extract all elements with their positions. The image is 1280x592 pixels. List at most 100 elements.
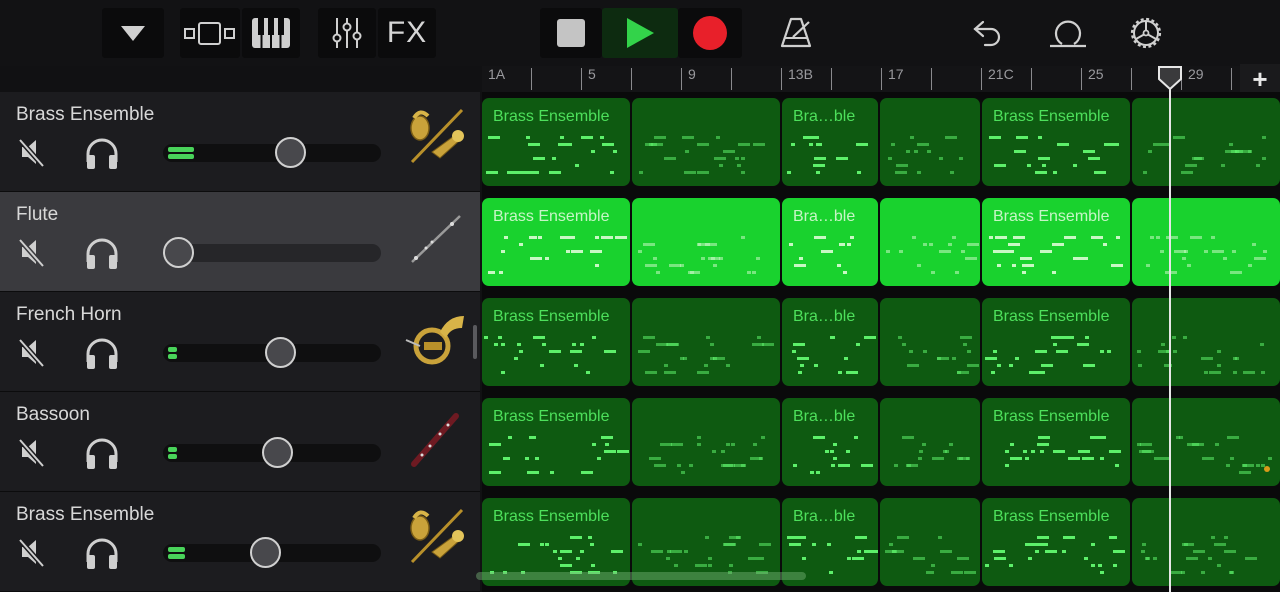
midi-note xyxy=(653,257,658,260)
track-list-scrollbar[interactable] xyxy=(473,325,477,359)
midi-region[interactable]: Brass Ensemble xyxy=(482,298,630,386)
midi-region[interactable]: Brass Ensemble xyxy=(482,398,630,486)
midi-region[interactable] xyxy=(1132,298,1280,386)
midi-region[interactable] xyxy=(632,398,780,486)
volume-knob[interactable] xyxy=(274,137,306,168)
volume-slider[interactable] xyxy=(163,237,381,268)
midi-note xyxy=(1084,557,1089,560)
track-header[interactable]: Flute xyxy=(0,192,480,292)
browser-toggle-button[interactable] xyxy=(102,8,164,58)
midi-region[interactable] xyxy=(632,98,780,186)
record-button[interactable] xyxy=(678,8,742,58)
metronome-button[interactable] xyxy=(776,8,816,58)
midi-region[interactable] xyxy=(632,298,780,386)
midi-note xyxy=(1227,436,1240,439)
tracks-view-button[interactable] xyxy=(180,8,240,58)
add-section-button[interactable]: + xyxy=(1240,64,1280,94)
level-meter xyxy=(168,547,185,559)
midi-region[interactable]: Bra…ble xyxy=(782,398,878,486)
loop-browser-button[interactable] xyxy=(1046,8,1090,58)
volume-slider[interactable] xyxy=(163,137,381,168)
track-header[interactable]: Brass Ensemble xyxy=(0,92,480,192)
ruler-label: 9 xyxy=(688,66,696,82)
midi-region[interactable]: Brass Ensemble xyxy=(982,298,1130,386)
midi-region[interactable] xyxy=(1132,498,1280,586)
volume-knob[interactable] xyxy=(265,337,297,368)
headphones-solo-icon[interactable] xyxy=(84,536,120,570)
midi-note xyxy=(1183,250,1188,253)
midi-note xyxy=(1215,443,1220,446)
midi-region[interactable] xyxy=(632,198,780,286)
midi-note xyxy=(852,557,865,560)
midi-region[interactable] xyxy=(880,98,980,186)
track-header[interactable]: Bassoon xyxy=(0,392,480,492)
undo-button[interactable] xyxy=(968,8,1008,58)
midi-note xyxy=(519,243,524,246)
midi-region[interactable]: Brass Ensemble xyxy=(482,198,630,286)
playhead-line[interactable] xyxy=(1169,66,1171,592)
mute-icon[interactable] xyxy=(17,236,49,268)
fx-button[interactable]: FX xyxy=(378,8,436,58)
mute-icon[interactable] xyxy=(17,436,49,468)
region-label: Bra…ble xyxy=(793,108,856,125)
midi-region[interactable] xyxy=(880,498,980,586)
mixer-button[interactable] xyxy=(318,8,376,58)
horizontal-scrollbar[interactable] xyxy=(476,572,806,580)
french-horn-icon[interactable] xyxy=(402,306,468,372)
midi-note xyxy=(1235,357,1240,360)
headphones-solo-icon[interactable] xyxy=(84,436,120,470)
volume-slider[interactable] xyxy=(163,537,381,568)
midi-region[interactable] xyxy=(880,298,980,386)
midi-region[interactable]: Bra…ble xyxy=(782,298,878,386)
keyboard-button[interactable] xyxy=(242,8,300,58)
bassoon-icon[interactable] xyxy=(402,406,468,472)
volume-knob[interactable] xyxy=(250,537,282,568)
midi-note xyxy=(714,157,727,160)
midi-region[interactable] xyxy=(880,398,980,486)
brass-ensemble-icon[interactable] xyxy=(402,506,468,572)
midi-region[interactable]: Brass Ensemble xyxy=(482,98,630,186)
midi-region[interactable]: Bra…ble xyxy=(782,198,878,286)
midi-note xyxy=(984,564,989,567)
midi-note xyxy=(760,436,765,439)
headphones-solo-icon[interactable] xyxy=(84,336,120,370)
midi-note xyxy=(604,450,617,453)
play-button[interactable] xyxy=(602,8,678,58)
brass-ensemble-icon[interactable] xyxy=(402,106,468,172)
flute-icon[interactable] xyxy=(402,206,468,272)
midi-note xyxy=(580,550,585,553)
midi-region[interactable]: Brass Ensemble xyxy=(982,498,1130,586)
track-header[interactable]: Brass Ensemble xyxy=(0,492,480,592)
tracks-area[interactable]: Brass Ensemble Bra…ble Brass Ensemble Brass… xyxy=(482,92,1280,592)
midi-region[interactable] xyxy=(880,198,980,286)
midi-region[interactable] xyxy=(1132,98,1280,186)
midi-region[interactable] xyxy=(1132,398,1280,486)
mute-icon[interactable] xyxy=(17,536,49,568)
playhead-handle[interactable] xyxy=(1158,66,1182,90)
midi-note xyxy=(940,550,953,553)
volume-knob[interactable] xyxy=(261,437,293,468)
midi-region[interactable]: Brass Ensemble xyxy=(982,98,1130,186)
headphones-solo-icon[interactable] xyxy=(84,236,120,270)
midi-note xyxy=(1225,464,1230,467)
headphones-solo-icon[interactable] xyxy=(84,136,120,170)
track-header[interactable]: French Horn xyxy=(0,292,480,392)
stop-button[interactable] xyxy=(540,8,602,58)
volume-knob[interactable] xyxy=(163,237,194,268)
midi-note xyxy=(1137,350,1142,353)
midi-region[interactable] xyxy=(1132,198,1280,286)
midi-note xyxy=(1039,450,1044,453)
midi-note xyxy=(650,550,663,553)
midi-region[interactable]: Brass Ensemble xyxy=(982,398,1130,486)
mute-icon[interactable] xyxy=(17,336,49,368)
volume-slider[interactable] xyxy=(163,437,381,468)
midi-note xyxy=(654,464,667,467)
mute-icon[interactable] xyxy=(17,136,49,168)
midi-note xyxy=(603,436,608,439)
midi-region[interactable]: Bra…ble xyxy=(782,98,878,186)
midi-region[interactable]: Brass Ensemble xyxy=(982,198,1130,286)
volume-slider[interactable] xyxy=(163,337,381,368)
midi-note xyxy=(995,236,1008,239)
settings-button[interactable] xyxy=(1124,8,1168,58)
midi-note xyxy=(821,250,834,253)
